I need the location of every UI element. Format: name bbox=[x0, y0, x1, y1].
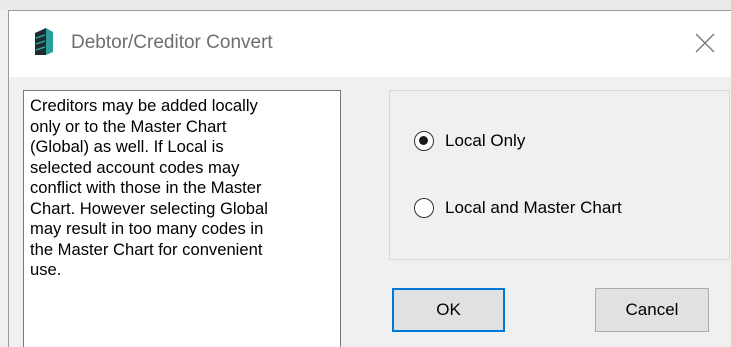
radio-local-only[interactable]: Local Only bbox=[414, 131, 525, 151]
debtor-creditor-convert-dialog: Debtor/Creditor Convert Creditors may be… bbox=[8, 10, 731, 347]
option-group: Local Only Local and Master Chart bbox=[389, 90, 730, 260]
radio-button-unselected[interactable] bbox=[414, 198, 434, 218]
background-window-edge bbox=[0, 0, 731, 10]
radio-local-and-master-chart[interactable]: Local and Master Chart bbox=[414, 198, 622, 218]
info-text: Creditors may be added locally only or t… bbox=[30, 96, 268, 279]
radio-button-selected[interactable] bbox=[414, 131, 434, 151]
info-text-box: Creditors may be added locally only or t… bbox=[23, 90, 341, 347]
database-icon bbox=[35, 28, 53, 55]
cancel-button[interactable]: Cancel bbox=[595, 288, 709, 332]
radio-dot bbox=[419, 136, 428, 145]
radio-label-local-and-master-chart: Local and Master Chart bbox=[445, 198, 622, 217]
close-icon[interactable] bbox=[685, 23, 725, 63]
title-bar[interactable]: Debtor/Creditor Convert bbox=[9, 11, 731, 77]
screen: Debtor/Creditor Convert Creditors may be… bbox=[0, 0, 731, 347]
radio-label-local-only: Local Only bbox=[445, 131, 526, 150]
ok-button[interactable]: OK bbox=[392, 288, 505, 332]
dialog-title: Debtor/Creditor Convert bbox=[71, 32, 273, 53]
